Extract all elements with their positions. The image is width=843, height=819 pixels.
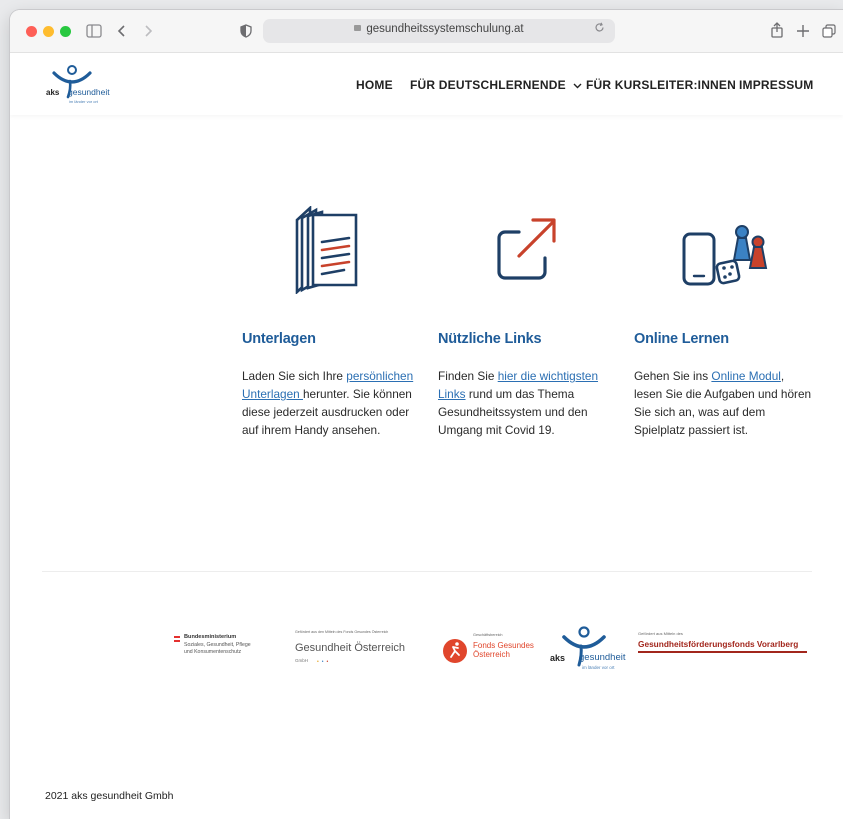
site-header: aks gesundheit im länder vor ort HOME FÜ… <box>10 53 843 115</box>
new-tab-icon[interactable] <box>794 20 812 42</box>
ministry-line1: Bundesministerium <box>184 634 237 640</box>
minimize-window-button[interactable] <box>43 26 54 37</box>
share-icon[interactable] <box>768 20 786 42</box>
goe-name: Gesundheit Österreich <box>295 642 406 654</box>
goe-sub: GmbH <box>295 658 309 663</box>
sidebar-icon[interactable] <box>84 20 104 42</box>
vorarlberg-underline <box>638 651 807 653</box>
sponsor-aks[interactable]: aks gesundheit im länder vor ort <box>550 625 632 673</box>
logo-brand-right: gesundheit <box>68 87 110 97</box>
logo-tagline: im länder vor ort <box>69 99 98 104</box>
card-text-part: Gehen Sie ins <box>634 369 712 383</box>
phone-game-icon[interactable] <box>680 220 770 292</box>
footer-copyright: 2021 aks gesundheit Gmbh <box>45 790 174 802</box>
lock-icon <box>354 24 362 31</box>
card-text-online-lernen: Gehen Sie ins Online Modul, lesen Sie di… <box>634 367 814 439</box>
ministry-line2: Soziales, Gesundheit, Pflege <box>184 642 251 648</box>
sponsor-vorarlberg[interactable]: Gefördert aus Mitteln des Gesundheitsför… <box>638 631 810 661</box>
nav-home[interactable]: HOME <box>356 78 393 92</box>
footer-divider <box>42 571 812 572</box>
close-window-button[interactable] <box>26 26 37 37</box>
tabs-overview-icon[interactable] <box>820 20 838 42</box>
aks-brand-left: aks <box>550 653 566 663</box>
nav-kursleiter[interactable]: FÜR KURSLEITER:INNEN <box>586 78 736 92</box>
documents-icon[interactable] <box>292 206 360 294</box>
card-text-part: Finden Sie <box>438 369 498 383</box>
external-link-icon[interactable] <box>495 214 559 280</box>
fgoe-logo-icon <box>443 639 467 663</box>
browser-toolbar: gesundheitssystemschulung.at <box>10 10 843 53</box>
ministry-line3: und Konsumentenschutz <box>184 649 242 655</box>
aks-tagline: im länder vor ort <box>582 665 615 670</box>
reload-icon[interactable] <box>594 22 605 36</box>
vorarlberg-small: Gefördert aus Mitteln des <box>638 631 683 636</box>
goe-dots-icon: ••• <box>317 659 332 665</box>
site-logo[interactable]: aks gesundheit im länder vor ort <box>44 63 114 105</box>
chevron-down-icon <box>573 83 582 89</box>
link-online-modul[interactable]: Online Modul <box>711 369 781 383</box>
fgoe-line1: Fonds Gesundes <box>473 641 534 650</box>
card-title-online-lernen: Online Lernen <box>634 331 729 347</box>
browser-window: gesundheitssystemschulung.at aks gesundh… <box>10 10 843 819</box>
aks-brand-right: gesundheit <box>579 652 626 663</box>
sponsor-ministry[interactable]: Bundesministerium Soziales, Gesundheit, … <box>174 634 284 666</box>
nav-deutschlernende[interactable]: FÜR DEUTSCHLERNENDE <box>410 78 582 92</box>
card-title-links: Nützliche Links <box>438 331 542 347</box>
url-text: gesundheitssystemschulung.at <box>366 23 524 35</box>
nav-impressum[interactable]: IMPRESSUM <box>739 78 813 92</box>
card-text-links: Finden Sie hier die wichtigsten Links ru… <box>438 367 618 439</box>
maximize-window-button[interactable] <box>60 26 71 37</box>
logo-brand-left: aks <box>46 88 60 97</box>
shield-icon[interactable] <box>238 20 254 42</box>
forward-icon[interactable] <box>140 20 156 42</box>
fgoe-line2: Österreich <box>473 650 510 659</box>
back-icon[interactable] <box>114 20 130 42</box>
flag-stripe <box>174 640 180 642</box>
card-text-unterlagen: Laden Sie sich Ihre persönlichen Unterla… <box>242 367 422 439</box>
fgoe-small: Geschäftsbereich <box>473 633 503 637</box>
sponsor-goe[interactable]: Gefördert aus den Mitteln des Fonds Gesu… <box>295 630 415 670</box>
vorarlberg-name: Gesundheitsförderungsfonds Vorarlberg <box>638 639 799 649</box>
sponsor-fgoe[interactable]: Geschäftsbereich Fonds Gesundes Österrei… <box>443 633 543 669</box>
card-title-unterlagen: Unterlagen <box>242 331 316 347</box>
card-text-part: Laden Sie sich Ihre <box>242 369 347 383</box>
address-bar[interactable]: gesundheitssystemschulung.at <box>263 19 615 43</box>
nav-deutschlernende-label: FÜR DEUTSCHLERNENDE <box>410 78 566 92</box>
goe-small: Gefördert aus den Mitteln des Fonds Gesu… <box>295 630 389 634</box>
